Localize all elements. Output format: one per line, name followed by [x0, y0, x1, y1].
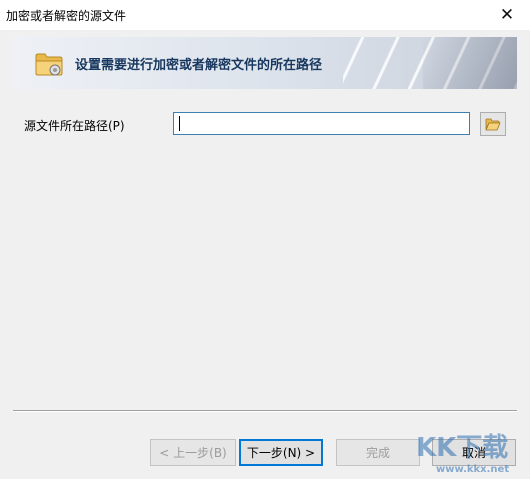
folder-open-icon: [485, 118, 501, 130]
next-button[interactable]: 下一步(N) >: [239, 439, 323, 466]
title-bar: 加密或者解密的源文件 ✕: [0, 0, 530, 30]
browse-button[interactable]: [480, 112, 506, 136]
banner-shade: [423, 37, 517, 89]
text-cursor: [179, 116, 180, 131]
cancel-button[interactable]: 取消: [432, 439, 516, 466]
source-path-label: 源文件所在路径(P): [24, 119, 125, 133]
banner-heading: 设置需要进行加密或者解密文件的所在路径: [75, 58, 323, 73]
header-banner: 设置需要进行加密或者解密文件的所在路径: [13, 37, 517, 89]
folder-gear-icon: [35, 53, 63, 76]
back-button[interactable]: < 上一步(B): [150, 439, 236, 466]
source-path-input[interactable]: [173, 112, 470, 135]
close-button[interactable]: ✕: [484, 0, 530, 30]
window-title: 加密或者解密的源文件: [6, 9, 127, 23]
finish-button[interactable]: 完成: [336, 439, 420, 466]
footer-separator: [13, 410, 517, 412]
